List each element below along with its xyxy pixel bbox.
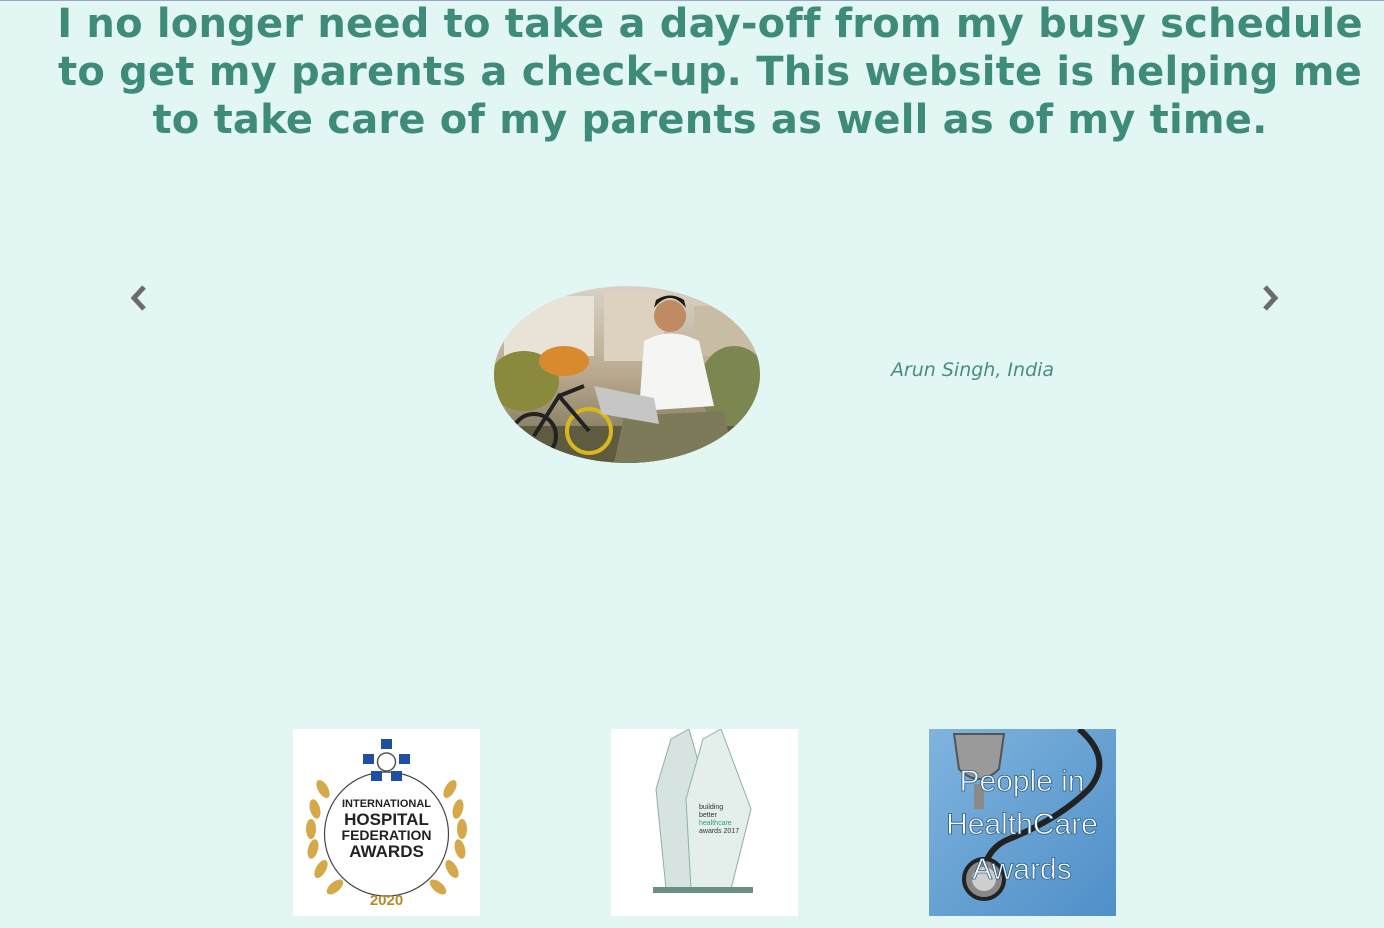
svg-text:awards 2017: awards 2017: [699, 828, 739, 835]
svg-text:People in: People in: [959, 765, 1084, 798]
svg-text:better: better: [699, 812, 718, 819]
svg-text:2020: 2020: [370, 892, 403, 909]
carousel-prev-button[interactable]: [126, 283, 154, 313]
chevron-left-icon: [130, 285, 146, 311]
building-better-healthcare-award-logo: building better healthcare awards 2017: [611, 729, 798, 916]
testimonial-avatar: [494, 286, 760, 463]
svg-text:HealthCare: HealthCare: [946, 808, 1098, 841]
svg-text:healthcare: healthcare: [699, 820, 732, 827]
svg-text:building: building: [699, 804, 723, 811]
testimonial-author: Arun Singh, India: [890, 359, 1055, 381]
testimonial-quote: I no longer need to take a day-off from …: [57, 1, 1363, 143]
ihf-award-logo: INTERNATIONAL HOSPITAL FEDERATION AWARDS…: [293, 729, 480, 916]
svg-text:INTERNATIONAL: INTERNATIONAL: [342, 798, 431, 810]
svg-text:FEDERATION: FEDERATION: [342, 827, 432, 843]
people-in-healthcare-award-logo: People in HealthCare Awards: [929, 729, 1116, 916]
carousel-next-button[interactable]: [1255, 283, 1283, 313]
svg-text:Awards: Awards: [972, 853, 1072, 886]
svg-text:AWARDS: AWARDS: [349, 842, 424, 861]
chevron-right-icon: [1263, 285, 1279, 311]
